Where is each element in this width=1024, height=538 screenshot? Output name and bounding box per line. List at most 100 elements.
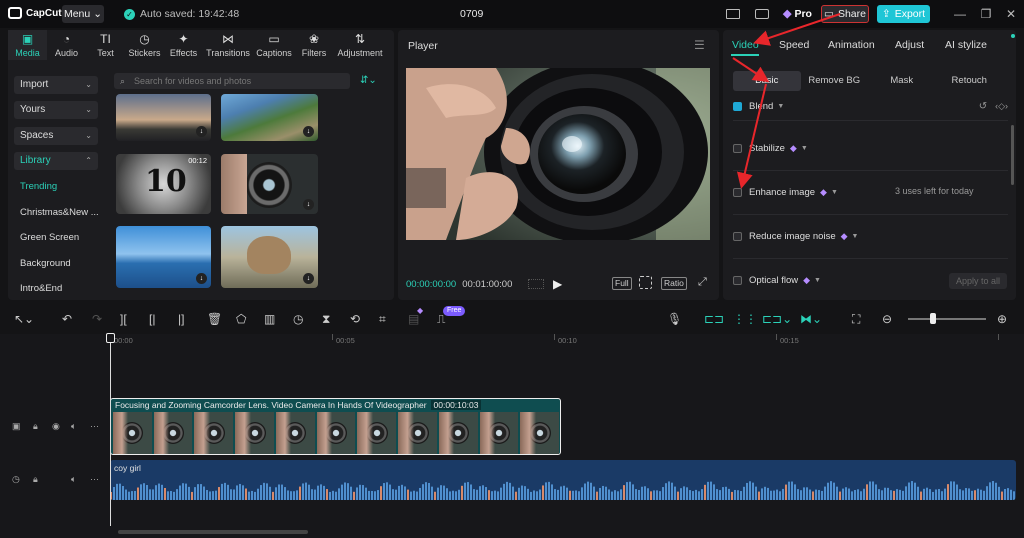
optical-flow-checkbox[interactable]	[733, 275, 742, 285]
linkage-icon[interactable]: ⊏⊐⌄	[762, 312, 792, 326]
inspector-scrollbar[interactable]	[1011, 125, 1014, 185]
media-thumbnail-lake[interactable]: ↓	[116, 226, 211, 288]
tab-adjustment[interactable]: ⇅ Adjustment	[333, 30, 387, 60]
audio-clip[interactable]: coy girl	[110, 460, 1016, 500]
time-ruler[interactable]: 00:00 00:05 00:10 00:15	[110, 334, 1024, 348]
restore-icon[interactable]: ❐	[978, 6, 994, 22]
video-preview[interactable]	[406, 68, 710, 240]
menu-button[interactable]: Menu ⌄	[62, 5, 104, 23]
media-thumbnail-coast[interactable]: ↓	[221, 94, 318, 141]
ratio-button[interactable]: Ratio	[661, 277, 687, 290]
sidebar-sub-intro-end[interactable]: Intro&End	[20, 283, 62, 294]
zoom-slider[interactable]	[908, 318, 986, 320]
sidebar-item-library[interactable]: Library ⌃	[14, 152, 98, 170]
subtab-basic[interactable]: Basic	[733, 71, 801, 91]
stabilize-checkbox[interactable]	[733, 143, 742, 153]
reset-icon[interactable]: ↺	[979, 101, 987, 112]
layout-icon[interactable]	[726, 9, 740, 19]
crop-view-icon[interactable]	[639, 276, 652, 289]
subtab-retouch[interactable]: Retouch	[936, 71, 1004, 91]
close-icon[interactable]: ✕	[1003, 6, 1019, 22]
crop-icon[interactable]: ⌗	[379, 312, 386, 326]
lock-icon[interactable]: 🔒︎	[33, 474, 38, 485]
preview-axis-icon[interactable]: ⧓⌄	[800, 312, 822, 326]
reduce-noise-checkbox[interactable]	[733, 231, 742, 241]
sidebar-sub-christmas[interactable]: Christmas&New ...	[20, 207, 99, 218]
hamburger-menu-icon[interactable]: ☰	[694, 38, 705, 52]
select-cursor-icon[interactable]: ↖⌄	[14, 312, 34, 326]
speed-icon[interactable]: ◷	[293, 312, 303, 326]
media-thumbnail-camera[interactable]: ↓	[221, 154, 318, 214]
tab-adjust[interactable]: Adjust	[895, 39, 924, 51]
redo-icon[interactable]: ↷	[92, 312, 102, 326]
minimize-icon[interactable]: —	[952, 6, 968, 22]
more-options-icon[interactable]: ···	[90, 421, 99, 431]
sidebar-sub-trending[interactable]: Trending	[20, 181, 57, 192]
sidebar-sub-green-screen[interactable]: Green Screen	[20, 232, 79, 243]
tab-animation[interactable]: Animation	[828, 39, 875, 51]
sort-filter-icon[interactable]: ⇵⌄	[360, 75, 377, 86]
tab-captions[interactable]: ▭ Captions	[253, 30, 295, 60]
zoom-in-icon[interactable]: ⊕	[997, 312, 1007, 326]
subtab-mask[interactable]: Mask	[868, 71, 936, 91]
video-clip[interactable]: Focusing and Zooming Camcorder Lens. Vid…	[110, 398, 561, 455]
sidebar-item-spaces[interactable]: Spaces ⌄	[14, 127, 98, 145]
delete-icon[interactable]: 🗑︎	[207, 312, 222, 326]
share-button[interactable]: ▭ Share	[821, 5, 869, 23]
tab-audio[interactable]: ◔ Audio	[47, 30, 86, 60]
split-left-icon[interactable]: [|	[149, 312, 155, 326]
storyboard-icon[interactable]: ⛶	[852, 312, 860, 326]
freeze-icon[interactable]: ▥	[264, 312, 275, 326]
split-right-icon[interactable]: |]	[178, 312, 184, 326]
search-input[interactable]: ⌕ Search for videos and photos	[114, 73, 350, 89]
tab-text[interactable]: TI Text	[86, 30, 125, 60]
media-thumbnail-camel[interactable]: ↓	[221, 226, 318, 288]
tab-ai-stylize[interactable]: AI stylize	[945, 39, 987, 51]
tab-stickers[interactable]: ◷ Stickers	[125, 30, 164, 60]
play-button[interactable]: ▶	[553, 277, 562, 291]
waveform-toggle-icon[interactable]	[528, 279, 544, 289]
more-options-icon[interactable]: ···	[90, 474, 99, 484]
option-stabilize[interactable]: Stabilize ◆ ▼	[733, 138, 1008, 158]
microphone-icon[interactable]: 🎙︎	[667, 312, 682, 326]
apply-to-all-button[interactable]: Apply to all	[949, 273, 1007, 289]
eye-icon[interactable]: ◉	[52, 421, 60, 432]
pro-button[interactable]: ◆ Pro	[783, 7, 812, 21]
rotate-icon[interactable]: ⟲	[350, 312, 360, 326]
split-icon[interactable]: ][	[120, 312, 127, 326]
main-track-magnet-icon[interactable]: ⊏⊐	[704, 312, 724, 326]
option-reduce-noise[interactable]: Reduce image noise ◆ ▼	[733, 226, 1008, 246]
full-quality-button[interactable]: Full	[612, 277, 632, 290]
tab-speed[interactable]: Speed	[779, 39, 809, 51]
subtab-remove-bg[interactable]: Remove BG	[801, 71, 869, 91]
auto-snapping-icon[interactable]: ⋮⋮	[733, 312, 757, 326]
keyboard-shortcuts-icon[interactable]	[755, 9, 769, 19]
zoom-out-icon[interactable]: ⊖	[882, 312, 892, 326]
tab-transitions[interactable]: ⋈ Transitions	[203, 30, 253, 60]
enhance-image-checkbox[interactable]	[733, 187, 742, 197]
media-thumbnail-countdown[interactable]: 10 00:12	[116, 154, 211, 214]
playhead[interactable]	[110, 334, 111, 526]
lock-icon[interactable]: 🔒︎	[33, 421, 38, 432]
zoom-slider-handle[interactable]	[930, 313, 936, 324]
tab-media[interactable]: ▣ Media	[8, 30, 47, 60]
tab-video[interactable]: Video	[732, 39, 759, 51]
option-blend[interactable]: Blend ▼ ↺ ‹◇›	[733, 96, 1008, 116]
audio-mute-icon[interactable]: 🔈︎	[71, 421, 76, 432]
keyframe-icon[interactable]: ‹◇›	[995, 101, 1008, 112]
tab-filters[interactable]: ❀ Filters	[295, 30, 333, 60]
tab-effects[interactable]: ✦ Effects	[164, 30, 203, 60]
project-title[interactable]: 0709	[460, 8, 483, 20]
export-button[interactable]: ⇪ Export	[877, 5, 930, 23]
sidebar-item-yours[interactable]: Yours ⌄	[14, 101, 98, 119]
timeline-scrollbar[interactable]	[118, 530, 308, 534]
audio-mute-icon[interactable]: 🔈︎	[71, 474, 76, 485]
fullscreen-icon[interactable]: ⤢	[698, 276, 707, 289]
sidebar-sub-background[interactable]: Background	[20, 258, 71, 269]
undo-icon[interactable]: ↶	[62, 312, 72, 326]
blend-checkbox[interactable]	[733, 101, 742, 111]
playhead-handle[interactable]	[106, 333, 115, 343]
sidebar-item-import[interactable]: Import ⌄	[14, 76, 98, 94]
media-thumbnail-sunset[interactable]: ↓	[116, 94, 211, 141]
mirror-icon[interactable]: ⧗	[322, 312, 330, 326]
